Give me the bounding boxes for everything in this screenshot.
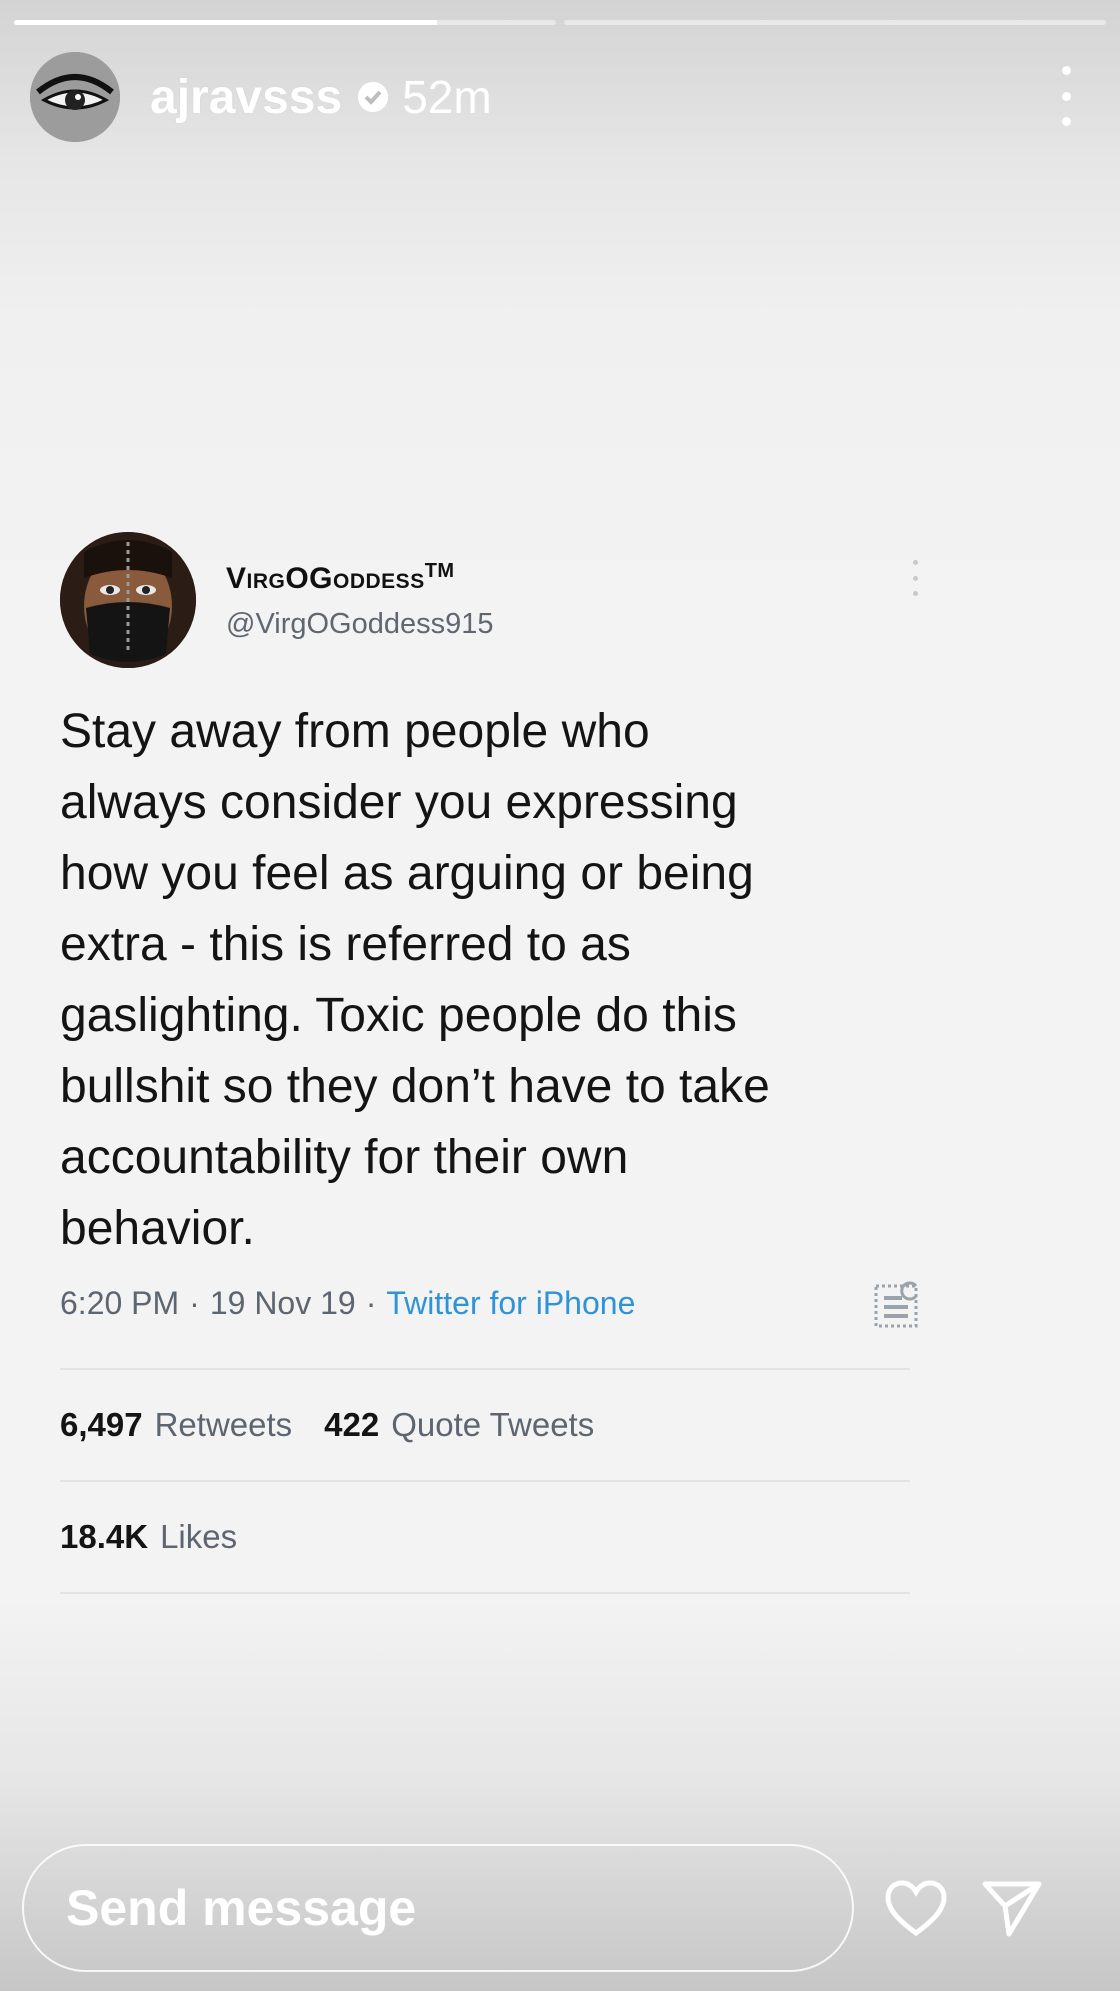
tweet-meta: 6:20 PM · 19 Nov 19 · Twitter for iPhone [60,1278,920,1328]
send-icon[interactable] [976,1872,1048,1944]
heart-icon[interactable] [880,1872,952,1944]
story-progress-segment [14,20,556,25]
tweet-text-line: behavior. [60,1202,255,1255]
tweet-text-line: accountability for their own [60,1131,629,1184]
retweets-count: 6,497 [60,1406,143,1443]
likes-label: Likes [160,1518,238,1555]
quote-tweets-stat[interactable]: 422 Quote Tweets [324,1406,594,1444]
tweet-text-line: Stay away from people who [60,705,650,758]
story-header: ajravsss 52m [30,52,1090,142]
likes-stat[interactable]: 18.4K Likes [60,1518,237,1556]
tweet-likes-row: 18.4K Likes [60,1482,920,1592]
tweet-text: Stay away from people who always conside… [60,696,920,1264]
likes-count: 18.4K [60,1518,149,1555]
story-avatar[interactable] [30,52,120,142]
separator-dot: · [365,1284,377,1321]
tweet-text-line: extra - this is referred to as [60,918,631,971]
separator-dot: · [189,1284,200,1321]
more-vertical-icon[interactable] [1056,66,1076,126]
divider [60,1592,910,1594]
more-vertical-icon[interactable] [910,560,920,596]
quote-tweets-label: Quote Tweets [391,1406,595,1443]
tweet-text-line: bullshit so they don’t have to take [60,1060,770,1113]
tweet-avatar [60,532,196,668]
verified-badge-icon [358,82,389,112]
tweet-date: 19 Nov 19 [209,1284,356,1321]
tweet-source-link[interactable]: Twitter for iPhone [386,1285,635,1322]
tweet-header: VirgOGoddessTM @VirgOGoddess915 [60,530,920,670]
send-message-input[interactable]: Send message [22,1844,854,1972]
story-time: 52m [402,71,492,123]
story-progress-segment [564,20,1106,25]
story-progress [14,20,1106,26]
analytics-icon[interactable] [872,1278,920,1330]
tweet-stats: 6,497 Retweets 422 Quote Tweets [60,1370,920,1480]
tweet-display-name[interactable]: VirgOGoddessTM [226,560,494,596]
eye-avatar-image [30,52,120,142]
tweet-card: VirgOGoddessTM @VirgOGoddess915 Stay awa… [60,530,920,1594]
tweet-time: 6:20 PM [60,1284,180,1321]
retweets-label: Retweets [154,1406,293,1443]
story-username[interactable]: ajravsss [150,70,342,125]
tweet-text-line: gaslighting. Toxic people do this [60,989,737,1042]
retweets-stat[interactable]: 6,497 Retweets [60,1406,292,1444]
quote-tweets-count: 422 [324,1406,380,1443]
tweet-text-line: always consider you expressing [60,776,738,829]
story-reply-bar: Send message [22,1844,1098,1972]
tweet-text-line: how you feel as arguing or being [60,847,754,900]
tweet-handle[interactable]: @VirgOGoddess915 [226,608,494,641]
